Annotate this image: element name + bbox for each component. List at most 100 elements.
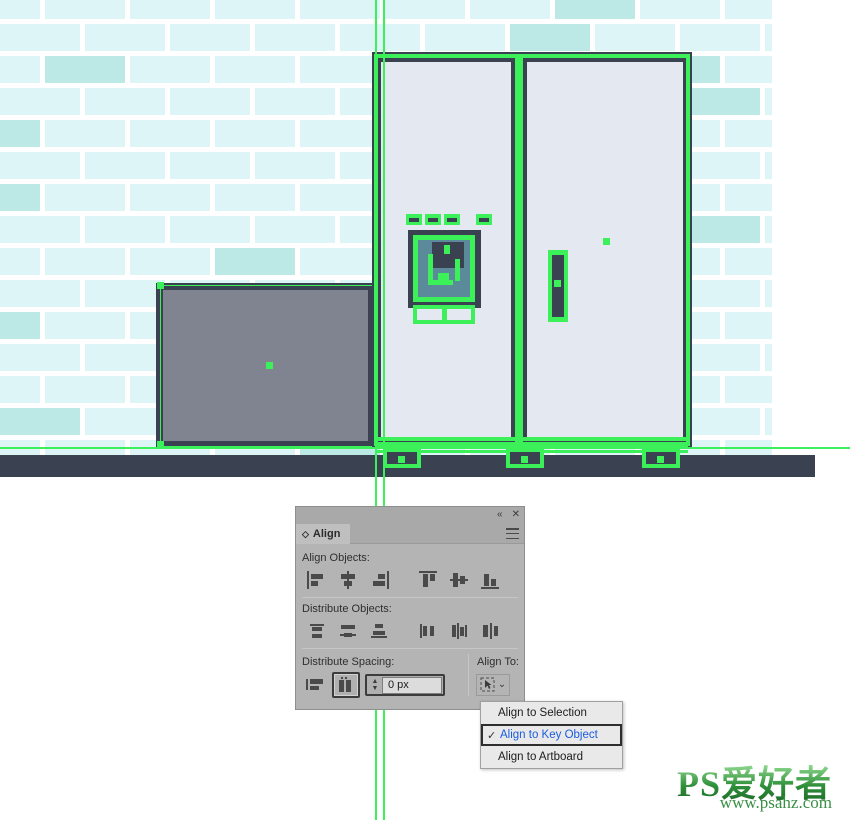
control-chip[interactable] [444,214,460,225]
menu-item-align-to-artboard[interactable]: Align to Artboard [481,746,622,768]
brick [725,0,772,19]
tab-align[interactable]: ◇ Align [296,524,351,544]
anchor-point[interactable] [657,456,664,463]
align-to-label: Align To: [477,656,519,668]
dispenser-sel-top [413,235,475,240]
align-panel[interactable]: « ✕ ◇ Align Align Objects: Distribute Ob… [295,506,525,710]
anchor-point[interactable] [398,456,405,463]
tab-align-label: Align [312,528,341,540]
brick [0,152,80,179]
horizontal-distribute-center-icon[interactable] [443,618,474,644]
anchor-point-center[interactable] [266,362,273,369]
brick [0,376,40,403]
brick [130,184,210,211]
anchor-point[interactable] [521,456,528,463]
brick [255,216,335,243]
brick [215,56,295,83]
horizontal-align-center-icon[interactable] [332,567,363,593]
brick [300,248,380,275]
spacing-stepper[interactable]: ▲ ▼ [368,678,382,692]
brick [0,184,40,211]
vertical-distribute-center-icon[interactable] [332,618,363,644]
brick [85,344,165,371]
door-divider-selection [515,56,523,444]
brick [0,280,80,307]
illustrator-canvas[interactable] [0,0,850,500]
close-icon[interactable]: ✕ [512,509,520,521]
brick [215,184,295,211]
panel-title-bar[interactable]: « ✕ [296,507,524,524]
brick [725,56,772,83]
horizontal-distribute-space-icon[interactable] [332,672,360,698]
vertical-distribute-bottom-icon[interactable] [363,618,394,644]
menu-item-label: Align to Selection [498,707,587,719]
brick [300,184,380,211]
brick [300,120,380,147]
control-chip[interactable] [406,214,422,225]
menu-item-align-to-selection[interactable]: Align to Selection [481,702,622,724]
horizontal-align-right-icon[interactable] [363,567,394,593]
spacing-input[interactable]: 0 px [382,676,442,694]
brick [680,408,760,435]
divider [302,648,518,649]
brick [45,0,125,19]
brick [680,344,760,371]
brick [215,120,295,147]
spacing-field[interactable]: ▲ ▼ 0 px [365,674,445,696]
vertical-align-bottom-icon[interactable] [474,567,505,593]
brick [130,248,210,275]
brick [300,56,380,83]
brick [85,408,165,435]
vertical-distribute-top-icon[interactable] [301,618,332,644]
brick [680,280,760,307]
check-icon: ✓ [487,730,497,742]
collapse-icon[interactable]: « [497,509,503,521]
dispenser-sel-left [413,235,418,302]
brick [765,88,772,115]
vertical-align-top-icon[interactable] [412,567,443,593]
anchor-point[interactable] [157,282,164,289]
dispenser-drain [438,273,449,284]
panel-menu-icon[interactable] [506,528,519,539]
brick [45,120,125,147]
brick [170,24,250,51]
distribute-spacing-label: Distribute Spacing: [302,656,395,668]
brick [0,120,40,147]
brick [0,312,40,339]
control-chip[interactable] [425,214,441,225]
stepper-down-icon[interactable]: ▼ [372,685,379,692]
vertical-align-center-icon[interactable] [443,567,474,593]
brick [680,152,760,179]
menu-item-align-to-key-object[interactable]: ✓ Align to Key Object [481,724,622,746]
dispenser-sel-right [470,235,475,302]
brick [0,248,40,275]
brick [45,312,125,339]
horizontal-align-left-icon[interactable] [301,567,332,593]
brick [0,56,40,83]
align-objects-label: Align Objects: [302,552,370,564]
brick [215,248,295,275]
brick [680,24,760,51]
brick [85,280,165,307]
brick [385,0,465,19]
brick [0,24,80,51]
control-chip[interactable] [476,214,492,225]
panel-tab-bar[interactable]: ◇ Align [296,524,524,544]
vertical-distribute-space-icon[interactable] [301,672,332,698]
chevron-down-icon[interactable]: ⌄ [498,680,506,690]
align-to-menu[interactable]: Align to Selection ✓ Align to Key Object… [480,701,623,769]
anchor-point[interactable] [603,238,610,245]
brick [85,152,165,179]
brick [680,216,760,243]
horizontal-distribute-left-icon[interactable] [412,618,443,644]
horizontal-guide[interactable] [0,447,850,449]
brick [765,24,772,51]
brick [555,0,635,19]
horizontal-distribute-right-icon[interactable] [474,618,505,644]
anchor-point-center[interactable] [554,280,561,287]
dispenser-nozzle [444,245,450,254]
align-to-dropdown-button[interactable]: ⌄ [476,674,510,696]
stepper-up-icon[interactable]: ▲ [372,678,379,685]
base-sel-line-1 [374,437,690,441]
brick [765,408,772,435]
